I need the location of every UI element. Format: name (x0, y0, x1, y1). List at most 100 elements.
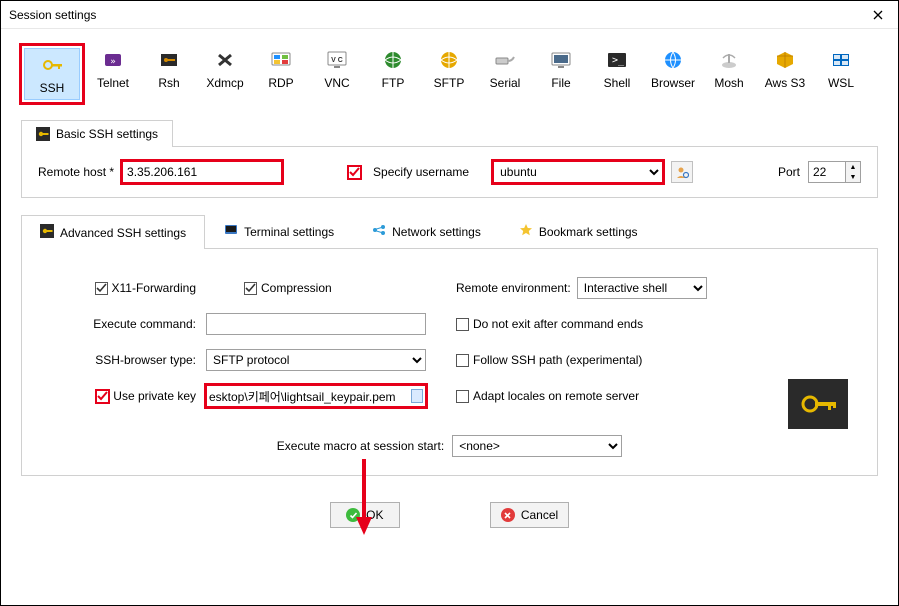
execute-macro-select[interactable]: <none> (452, 435, 622, 457)
session-type-label: SFTP (434, 76, 465, 90)
tab-network-label: Network settings (392, 225, 481, 239)
do-not-exit-label: Do not exit after command ends (473, 317, 643, 331)
close-icon (873, 10, 883, 20)
tab-network-settings[interactable]: Network settings (353, 214, 500, 248)
session-type-ftp[interactable]: FTP (365, 43, 421, 105)
x11-forwarding-checkbox[interactable] (95, 282, 108, 295)
session-type-browser[interactable]: Browser (645, 43, 701, 105)
file-icon (411, 389, 423, 403)
session-type-serial[interactable]: Serial (477, 43, 533, 105)
private-key-path-text: esktop\키페어\lightsail_keypair.pem (209, 388, 408, 405)
xdmcp-icon (210, 48, 240, 72)
key-badge (788, 379, 848, 429)
tab-advanced-ssh[interactable]: Advanced SSH settings (21, 215, 205, 249)
titlebar: Session settings (1, 1, 898, 29)
rsh-icon (154, 48, 184, 72)
session-type-label: Aws S3 (765, 76, 805, 90)
tab-basic-label: Basic SSH settings (56, 127, 158, 141)
session-type-label: Telnet (97, 76, 129, 90)
browser-icon (658, 48, 688, 72)
do-not-exit-checkbox[interactable] (456, 318, 469, 331)
sftp-icon (434, 48, 464, 72)
advanced-panel: X11-Forwarding Compression Remote enviro… (21, 249, 878, 476)
session-type-vnc[interactable]: V C VNC (309, 43, 365, 105)
specify-username-checkbox[interactable] (348, 166, 361, 179)
person-icon (675, 165, 689, 179)
remote-host-label: Remote host * (38, 165, 114, 179)
port-up[interactable]: ▲ (846, 162, 860, 172)
ssh-icon (37, 53, 67, 77)
use-private-key-label: Use private key (113, 389, 196, 403)
cancel-label: Cancel (521, 508, 558, 522)
execute-command-input[interactable] (206, 313, 426, 335)
session-type-label: Serial (490, 76, 521, 90)
compression-checkbox[interactable] (244, 282, 257, 295)
ssh-browser-type-select[interactable]: SFTP protocol (206, 349, 426, 371)
ok-icon (346, 508, 360, 522)
x11-forwarding-label: X11-Forwarding (112, 281, 196, 295)
port-label: Port (778, 165, 800, 179)
private-key-path-field[interactable]: esktop\키페어\lightsail_keypair.pem (206, 385, 426, 407)
session-type-label: Browser (651, 76, 695, 90)
ftp-icon (378, 48, 408, 72)
session-type-aws-s3[interactable]: Aws S3 (757, 43, 813, 105)
terminal-icon (224, 223, 238, 240)
session-type-file[interactable]: File (533, 43, 589, 105)
use-private-key-checkbox[interactable] (96, 390, 109, 403)
vnc-icon: V C (322, 48, 352, 72)
session-type-label: Shell (604, 76, 631, 90)
window-title: Session settings (9, 8, 96, 22)
aws-s3-icon (770, 48, 800, 72)
session-type-mosh[interactable]: Mosh (701, 43, 757, 105)
follow-ssh-path-checkbox[interactable] (456, 354, 469, 367)
tab-terminal-label: Terminal settings (244, 225, 334, 239)
port-spinner[interactable]: ▲ ▼ (808, 161, 861, 183)
execute-command-label: Execute command: (46, 317, 206, 331)
remote-env-select[interactable]: Interactive shell (577, 277, 707, 299)
session-type-label: SSH (40, 81, 65, 95)
adapt-locales-checkbox[interactable] (456, 390, 469, 403)
port-down[interactable]: ▼ (846, 172, 860, 182)
follow-ssh-path-label: Follow SSH path (experimental) (473, 353, 642, 367)
key-icon (798, 389, 838, 419)
rdp-icon (266, 48, 296, 72)
tab-terminal-settings[interactable]: Terminal settings (205, 214, 353, 248)
port-input[interactable] (808, 161, 846, 183)
session-type-label: VNC (324, 76, 349, 90)
session-type-toolbar: SSH »TelnetRsh Xdmcp RDP V C VNC FTP SFTP Serial… (9, 29, 890, 109)
cancel-button[interactable]: Cancel (490, 502, 569, 528)
remote-host-input[interactable] (122, 161, 282, 183)
basic-tabstrip: Basic SSH settings (21, 119, 878, 147)
user-browse-button[interactable] (671, 161, 693, 183)
file-icon (546, 48, 576, 72)
session-type-label: WSL (828, 76, 854, 90)
session-type-shell[interactable]: >_ Shell (589, 43, 645, 105)
wsl-icon (826, 48, 856, 72)
compression-label: Compression (261, 281, 332, 295)
session-type-label: RDP (268, 76, 293, 90)
tab-basic-ssh-settings[interactable]: Basic SSH settings (21, 120, 173, 147)
session-type-label: Mosh (714, 76, 743, 90)
session-type-sftp[interactable]: SFTP (421, 43, 477, 105)
session-type-rsh[interactable]: Rsh (141, 43, 197, 105)
session-type-wsl[interactable]: WSL (813, 43, 869, 105)
adapt-locales-label: Adapt locales on remote server (473, 389, 639, 403)
session-type-telnet[interactable]: »Telnet (85, 43, 141, 105)
session-settings-window: Session settings SSH »TelnetRsh Xdmcp RDP V … (0, 0, 899, 606)
username-select[interactable]: ubuntu (493, 161, 663, 183)
session-type-rdp[interactable]: RDP (253, 43, 309, 105)
ok-button[interactable]: OK (330, 502, 400, 528)
session-type-label: Xdmcp (206, 76, 243, 90)
ssh-browser-type-label: SSH-browser type: (46, 353, 206, 367)
star-icon (519, 223, 533, 240)
key-icon (36, 127, 50, 141)
close-button[interactable] (866, 3, 890, 27)
tab-bookmark-label: Bookmark settings (539, 225, 638, 239)
session-type-xdmcp[interactable]: Xdmcp (197, 43, 253, 105)
serial-icon (490, 48, 520, 72)
specify-username-label: Specify username (373, 165, 469, 179)
session-type-ssh[interactable]: SSH (24, 48, 80, 100)
svg-text:>_: >_ (612, 55, 625, 66)
tab-bookmark-settings[interactable]: Bookmark settings (500, 214, 657, 248)
remote-env-label: Remote environment: (456, 281, 571, 295)
